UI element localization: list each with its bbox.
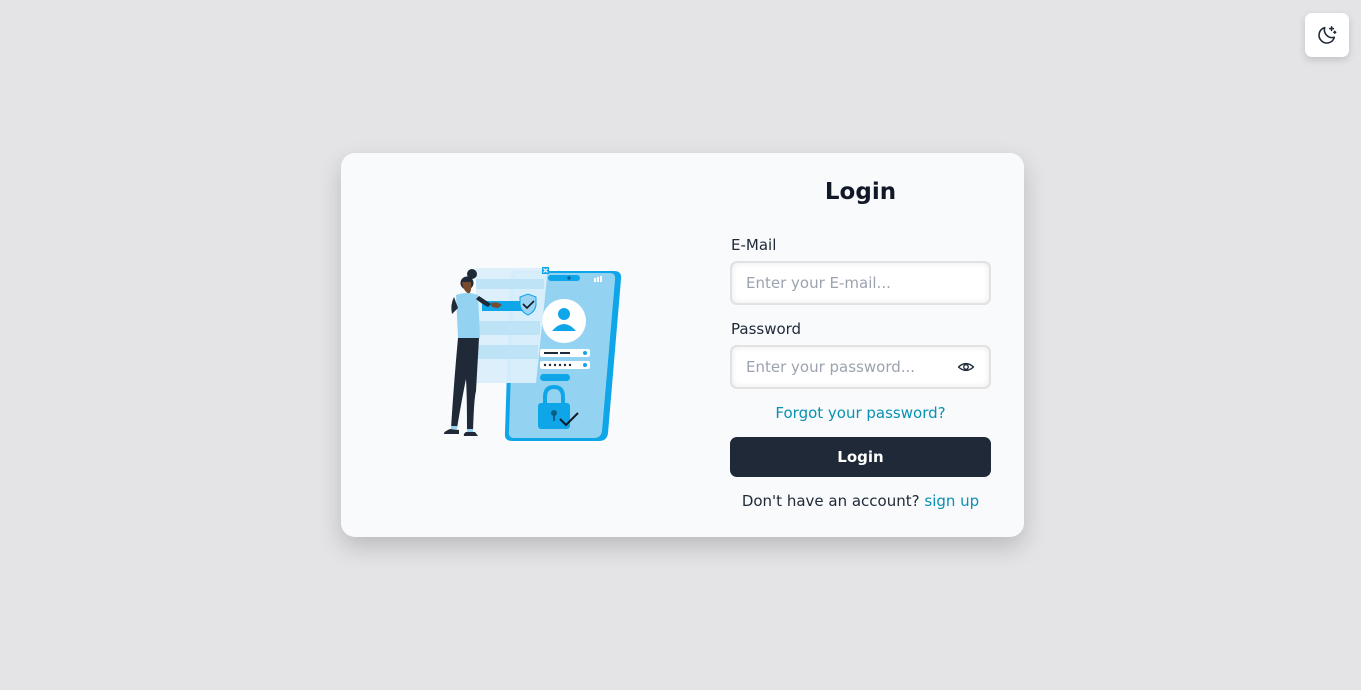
password-label: Password: [731, 320, 802, 338]
email-input[interactable]: [730, 261, 991, 305]
login-form: Login E-Mail Password Forgot your passwo…: [730, 153, 991, 537]
email-label: E-Mail: [731, 236, 777, 254]
password-input[interactable]: [730, 345, 991, 389]
login-button[interactable]: Login: [730, 437, 991, 477]
forgot-password-link[interactable]: Forgot your password?: [730, 404, 991, 422]
email-field-wrapper: [730, 261, 991, 305]
form-title: Login: [824, 179, 897, 205]
login-illustration: [443, 267, 622, 441]
login-card: Login E-Mail Password Forgot your passwo…: [341, 153, 1024, 537]
password-field-wrapper: [730, 345, 991, 389]
moon-icon: [1318, 25, 1337, 44]
theme-toggle-button[interactable]: [1305, 13, 1349, 57]
signup-link[interactable]: sign up: [924, 492, 979, 510]
eye-icon[interactable]: [956, 358, 976, 376]
signup-prompt-text: Don't have an account?: [741, 492, 920, 510]
signup-prompt-line: Don't have an account? sign up: [730, 492, 991, 510]
